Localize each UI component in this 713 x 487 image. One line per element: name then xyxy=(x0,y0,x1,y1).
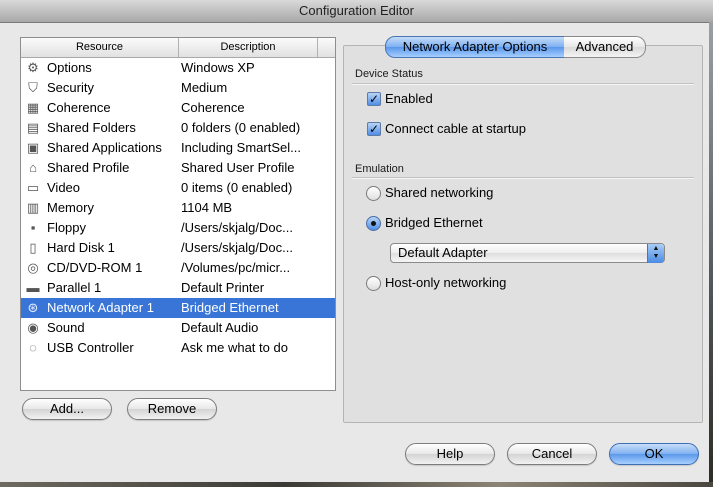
checkmark-icon: ✓ xyxy=(368,92,380,106)
folder-icon: ▤ xyxy=(26,120,40,135)
resource-description: /Users/skjalg/Doc... xyxy=(181,240,293,255)
resource-description: Coherence xyxy=(181,100,245,115)
resource-name: Shared Applications xyxy=(47,140,162,155)
emulation-label: Emulation xyxy=(355,163,404,175)
device-status-divider xyxy=(352,83,694,85)
cd-icon: ◎ xyxy=(27,260,39,275)
hard-disk-icon: ▯ xyxy=(29,240,37,255)
resource-description: Ask me what to do xyxy=(181,340,288,355)
connect-cable-checkbox[interactable]: ✓ xyxy=(367,122,381,136)
shield-icon: ⛉ xyxy=(28,80,38,95)
host-only-networking-label[interactable]: Host-only networking xyxy=(385,275,506,291)
resource-description: Windows XP xyxy=(181,60,255,75)
resource-name: Floppy xyxy=(47,220,87,235)
remove-button[interactable]: Remove xyxy=(127,398,217,420)
list-item-sound[interactable]: ◉ Sound Default Audio xyxy=(21,318,335,338)
speaker-icon: ◉ xyxy=(27,320,39,335)
connect-cable-label[interactable]: Connect cable at startup xyxy=(385,121,526,137)
cancel-button[interactable]: Cancel xyxy=(507,443,597,465)
network-icon: ⊛ xyxy=(27,300,39,315)
resource-description: 1104 MB xyxy=(181,200,233,215)
column-header-resource[interactable]: Resource xyxy=(21,38,179,57)
list-item-shared-folders[interactable]: ▤ Shared Folders 0 folders (0 enabled) xyxy=(21,118,335,138)
resource-name: Security xyxy=(47,80,94,95)
list-item-options[interactable]: ⚙ Options Windows XP xyxy=(21,58,335,78)
resource-name: Sound xyxy=(47,320,85,335)
coherence-icon: ▦ xyxy=(26,100,40,115)
resource-description: 0 items (0 enabled) xyxy=(181,180,293,195)
list-item-network-adapter-1[interactable]: ⊛ Network Adapter 1 Bridged Ethernet xyxy=(21,298,335,318)
configuration-editor-window: Configuration Editor Resource Descriptio… xyxy=(0,0,713,487)
resource-description: /Users/skjalg/Doc... xyxy=(181,220,293,235)
adapter-select-value: Default Adapter xyxy=(398,245,488,260)
help-button[interactable]: Help xyxy=(405,443,495,465)
resource-name: USB Controller xyxy=(47,340,134,355)
desktop-background-bottom xyxy=(0,482,713,487)
tab-network-adapter-options[interactable]: Network Adapter Options xyxy=(385,36,565,58)
resource-description: Default Printer xyxy=(181,280,265,295)
checkmark-icon: ✓ xyxy=(368,122,380,136)
shared-networking-radio[interactable] xyxy=(366,186,381,201)
applications-icon: ▣ xyxy=(26,140,40,155)
usb-icon: ◌ xyxy=(29,340,37,355)
resource-description: Including SmartSel... xyxy=(181,140,301,155)
resource-name: Network Adapter 1 xyxy=(47,300,154,315)
resource-name: CD/DVD-ROM 1 xyxy=(47,260,143,275)
list-rows: ⚙ Options Windows XP ⛉ Security Medium ▦ Cohere… xyxy=(21,58,335,358)
memory-icon: ▥ xyxy=(26,200,40,215)
gear-icon: ⚙ xyxy=(27,60,39,75)
bridged-ethernet-label[interactable]: Bridged Ethernet xyxy=(385,215,483,231)
resource-name: Shared Profile xyxy=(47,160,130,175)
list-item-floppy[interactable]: ▪ Floppy/Users/skjalg/Doc... xyxy=(21,218,335,238)
column-header-description[interactable]: Description xyxy=(179,38,318,57)
resource-name: Shared Folders xyxy=(47,120,136,135)
resource-description: Shared User Profile xyxy=(181,160,295,175)
printer-icon: ▬ xyxy=(26,280,40,295)
desktop-background-edge xyxy=(709,22,713,487)
updown-arrows-icon: ▲ ▼ xyxy=(647,244,664,263)
resource-name: Parallel 1 xyxy=(47,280,102,295)
resource-description: Bridged Ethernet xyxy=(181,300,279,315)
list-item-parallel-1[interactable]: ▬ Parallel 1 Default Printer xyxy=(21,278,335,298)
resource-name: Hard Disk 1 xyxy=(47,240,115,255)
resource-description: 0 folders (0 enabled) xyxy=(181,120,301,135)
list-item-memory[interactable]: ▥ Memory 1104 MB xyxy=(21,198,335,218)
add-button[interactable]: Add... xyxy=(22,398,112,420)
adapter-select[interactable]: Default Adapter ▲ ▼ xyxy=(390,243,665,263)
bridged-ethernet-radio[interactable] xyxy=(366,216,381,231)
host-only-networking-radio[interactable] xyxy=(366,276,381,291)
list-item-shared-applications[interactable]: ▣ Shared Applications Including SmartSel..… xyxy=(21,138,335,158)
ok-button[interactable]: OK xyxy=(609,443,699,465)
floppy-icon: ▪ xyxy=(30,220,36,235)
resource-list[interactable]: Resource Description ⚙ Options Windows XP ⛉… xyxy=(20,37,336,391)
device-status-label: Device Status xyxy=(355,68,423,80)
tab-advanced[interactable]: Advanced xyxy=(564,36,646,58)
enabled-label[interactable]: Enabled xyxy=(385,91,433,107)
home-icon: ⌂ xyxy=(29,160,37,175)
resource-name: Coherence xyxy=(47,100,111,115)
emulation-divider xyxy=(352,177,694,179)
list-item-shared-profile[interactable]: ⌂ Shared Profile Shared User Profile xyxy=(21,158,335,178)
resource-name: Memory xyxy=(47,200,94,215)
list-item-security[interactable]: ⛉ Security Medium xyxy=(21,78,335,98)
list-item-coherence[interactable]: ▦ Coherence Coherence xyxy=(21,98,335,118)
monitor-icon: ▭ xyxy=(26,180,40,195)
window-title: Configuration Editor xyxy=(0,0,713,23)
list-header: Resource Description xyxy=(21,38,335,58)
resource-name: Video xyxy=(47,180,81,195)
resource-name: Options xyxy=(47,60,92,75)
resource-description: Medium xyxy=(181,80,228,95)
list-item-video[interactable]: ▭ Video 0 items (0 enabled) xyxy=(21,178,335,198)
list-item-hard-disk-1[interactable]: ▯ Hard Disk 1/Users/skjalg/Doc... xyxy=(21,238,335,258)
resource-description: /Volumes/pc/micr... xyxy=(181,260,291,275)
shared-networking-label[interactable]: Shared networking xyxy=(385,185,493,201)
list-item-cd-dvd-rom-1[interactable]: ◎ CD/DVD-ROM 1/Volumes/pc/micr... xyxy=(21,258,335,278)
list-item-usb-controller[interactable]: ◌ USB Controller Ask me what to do xyxy=(21,338,335,358)
resource-description: Default Audio xyxy=(181,320,259,335)
enabled-checkbox[interactable]: ✓ xyxy=(367,92,381,106)
